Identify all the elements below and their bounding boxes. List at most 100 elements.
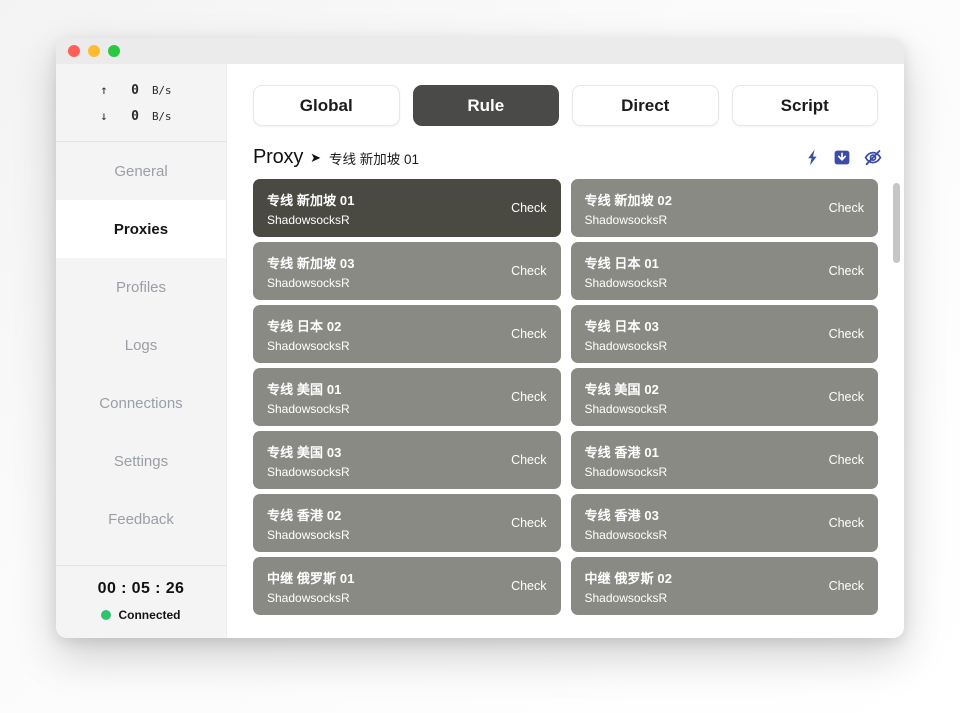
proxy-card-type: ShadowsocksR [585,339,819,353]
sidebar-item-settings[interactable]: Settings [56,432,226,490]
download-box-icon[interactable] [834,149,850,166]
app-window: ↑ 0 B/s ↓ 0 B/s General Proxies [56,38,904,638]
window-titlebar [56,38,904,64]
sidebar-item-label: General [114,163,167,180]
upload-speed-row: ↑ 0 B/s [56,77,226,103]
main-content: Global Rule Direct Script Proxy ➤ 专线 新 [227,64,904,638]
download-speed-unit: B/s [152,110,192,123]
proxy-card-type: ShadowsocksR [267,465,501,479]
proxy-card-texts: 专线 美国 03 ShadowsocksR [267,442,501,479]
header-actions [805,149,882,166]
proxy-card-texts: 专线 日本 03 ShadowsocksR [585,316,819,353]
proxy-card-name: 专线 香港 01 [585,442,819,461]
proxy-card[interactable]: 专线 新加坡 02 ShadowsocksR Check [571,179,879,237]
lightning-bolt-icon[interactable] [805,149,820,166]
proxy-card-texts: 专线 香港 01 ShadowsocksR [585,442,819,479]
proxy-card-texts: 专线 日本 01 ShadowsocksR [585,253,819,290]
proxy-card[interactable]: 专线 香港 01 ShadowsocksR Check [571,431,879,489]
tab-script[interactable]: Script [732,85,879,126]
tab-global[interactable]: Global [253,85,400,126]
sidebar-item-feedback[interactable]: Feedback [56,490,226,548]
proxy-card-name: 专线 美国 02 [585,379,819,398]
check-button[interactable]: Check [819,453,864,467]
tab-rule[interactable]: Rule [413,85,560,126]
proxy-card[interactable]: 专线 美国 02 ShadowsocksR Check [571,368,879,426]
proxy-card[interactable]: 专线 日本 02 ShadowsocksR Check [253,305,561,363]
speed-meter: ↑ 0 B/s ↓ 0 B/s [56,64,226,142]
proxy-card-name: 专线 美国 01 [267,379,501,398]
proxy-card-type: ShadowsocksR [267,591,501,605]
proxy-card-texts: 专线 美国 02 ShadowsocksR [585,379,819,416]
proxy-card[interactable]: 专线 日本 01 ShadowsocksR Check [571,242,879,300]
check-button[interactable]: Check [819,390,864,404]
eye-slash-icon[interactable] [864,149,882,166]
proxy-card-texts: 专线 日本 02 ShadowsocksR [267,316,501,353]
proxy-card-type: ShadowsocksR [585,591,819,605]
check-button[interactable]: Check [819,327,864,341]
tab-label: Direct [621,96,669,116]
proxy-card-name: 专线 新加坡 02 [585,190,819,209]
proxy-card-texts: 专线 美国 01 ShadowsocksR [267,379,501,416]
proxy-card[interactable]: 专线 香港 03 ShadowsocksR Check [571,494,879,552]
check-button[interactable]: Check [501,201,546,215]
download-speed-row: ↓ 0 B/s [56,103,226,129]
minimize-icon[interactable] [88,45,100,57]
check-button[interactable]: Check [501,579,546,593]
sidebar-item-label: Connections [99,395,182,412]
proxy-card[interactable]: 专线 新加坡 03 ShadowsocksR Check [253,242,561,300]
scrollbar-thumb[interactable] [893,183,900,263]
proxy-card-name: 专线 香港 02 [267,505,501,524]
sidebar-item-logs[interactable]: Logs [56,316,226,374]
connection-status: 00 : 05 : 26 Connected [56,565,226,638]
proxy-card-type: ShadowsocksR [585,465,819,479]
check-button[interactable]: Check [501,390,546,404]
proxy-card-name: 专线 新加坡 01 [267,190,501,209]
proxy-card-type: ShadowsocksR [267,339,501,353]
zoom-icon[interactable] [108,45,120,57]
check-button[interactable]: Check [819,579,864,593]
sidebar-item-proxies[interactable]: Proxies [56,200,226,258]
check-button[interactable]: Check [501,264,546,278]
sidebar-item-label: Profiles [116,279,166,296]
download-speed-value: 0 [118,109,152,124]
status-badge: Connected [56,608,226,622]
tab-label: Script [781,96,829,116]
sidebar-item-label: Logs [125,337,158,354]
sidebar-nav: General Proxies Profiles Logs Connection… [56,142,226,565]
check-button[interactable]: Check [501,516,546,530]
check-button[interactable]: Check [819,201,864,215]
proxy-list-scrollbar[interactable] [893,179,900,638]
proxy-card-name: 专线 美国 03 [267,442,501,461]
proxy-card[interactable]: 专线 日本 03 ShadowsocksR Check [571,305,879,363]
check-button[interactable]: Check [819,264,864,278]
proxy-card-type: ShadowsocksR [585,528,819,542]
tab-direct[interactable]: Direct [572,85,719,126]
sidebar-item-label: Proxies [114,221,168,238]
check-button[interactable]: Check [819,516,864,530]
close-icon[interactable] [68,45,80,57]
sidebar-item-connections[interactable]: Connections [56,374,226,432]
check-button[interactable]: Check [501,327,546,341]
proxy-card-name: 专线 日本 03 [585,316,819,335]
proxy-card-texts: 专线 香港 03 ShadowsocksR [585,505,819,542]
page-title: Proxy [253,146,303,169]
sidebar-item-profiles[interactable]: Profiles [56,258,226,316]
status-dot-icon [101,610,111,620]
proxy-card-type: ShadowsocksR [267,402,501,416]
proxy-card[interactable]: 中继 俄罗斯 01 ShadowsocksR Check [253,557,561,615]
sidebar-item-general[interactable]: General [56,142,226,200]
proxy-card[interactable]: 专线 新加坡 01 ShadowsocksR Check [253,179,561,237]
breadcrumb-arrow-icon: ➤ [310,151,321,164]
check-button[interactable]: Check [501,453,546,467]
proxy-card-texts: 专线 香港 02 ShadowsocksR [267,505,501,542]
uptime-timer: 00 : 05 : 26 [56,580,226,598]
proxy-card[interactable]: 专线 美国 01 ShadowsocksR Check [253,368,561,426]
proxy-card-type: ShadowsocksR [267,276,501,290]
proxy-card[interactable]: 专线 香港 02 ShadowsocksR Check [253,494,561,552]
proxy-card[interactable]: 中继 俄罗斯 02 ShadowsocksR Check [571,557,879,615]
proxy-card-type: ShadowsocksR [585,276,819,290]
proxy-card-texts: 专线 新加坡 02 ShadowsocksR [585,190,819,227]
sidebar-item-label: Feedback [108,511,174,528]
tab-label: Rule [467,96,504,116]
proxy-card[interactable]: 专线 美国 03 ShadowsocksR Check [253,431,561,489]
